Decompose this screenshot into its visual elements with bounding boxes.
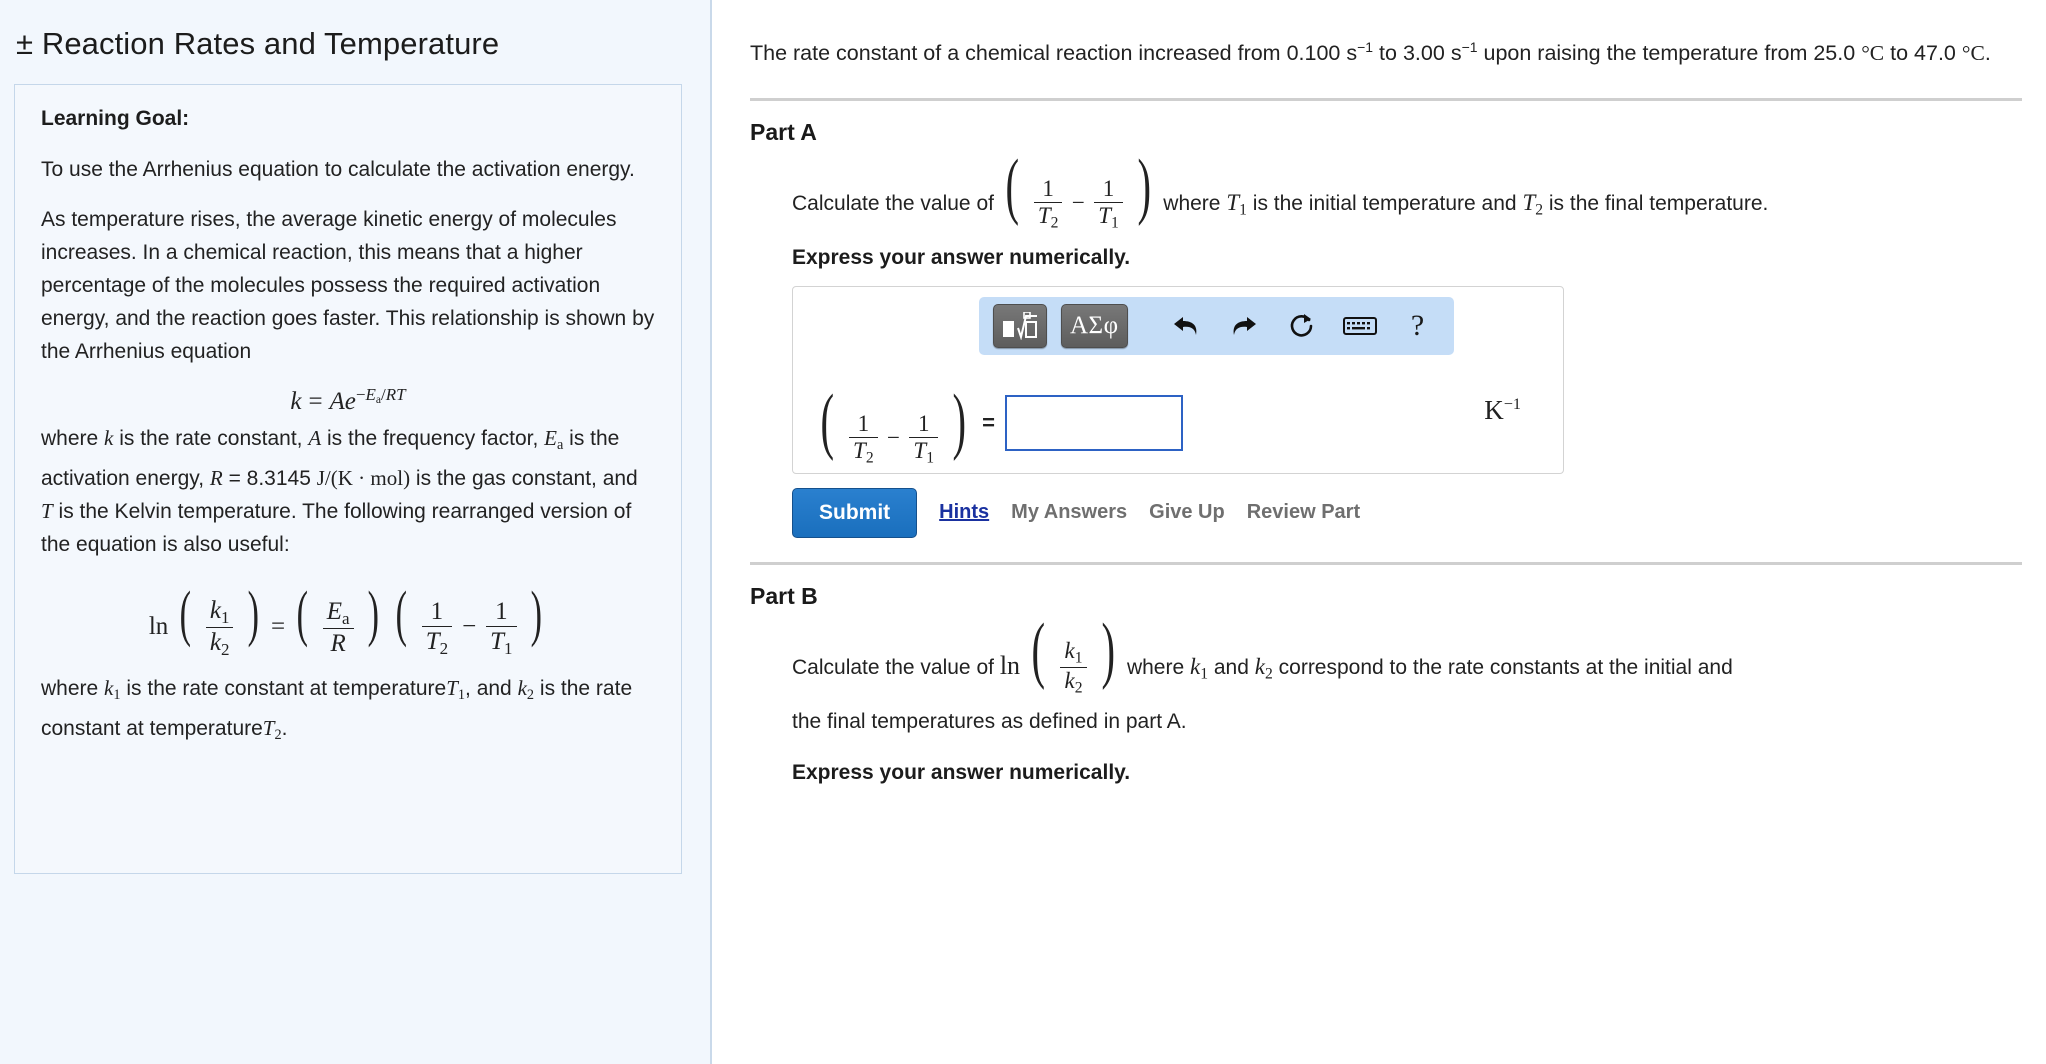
symbol-T1: T1 bbox=[446, 676, 466, 704]
give-up-link[interactable]: Give Up bbox=[1149, 501, 1225, 524]
page-root: ± Reaction Rates and Temperature Learnin… bbox=[0, 0, 2046, 1064]
redo-arrow-icon[interactable] bbox=[1222, 304, 1266, 348]
equation-arrhenius: k = Ae−Ea/RT bbox=[290, 385, 406, 415]
math-toolbar: ΑΣφ ? bbox=[979, 296, 1454, 355]
part-a-symbol-T1: T1 bbox=[1226, 190, 1247, 219]
text-where-7: is the Kelvin temperature. The following… bbox=[41, 499, 632, 556]
my-answers-link[interactable]: My Answers bbox=[1011, 501, 1127, 524]
symbol-T2: T2 bbox=[262, 716, 282, 744]
part-a-answer-expression: ( 1 T2 − 1 T1 ) bbox=[820, 379, 967, 467]
review-part-link[interactable]: Review Part bbox=[1247, 501, 1360, 524]
part-b-question: Calculate the value of ln ( k1 k2 ) where… bbox=[792, 608, 2022, 697]
part-b-question-line2: the final temperatures as defined in par… bbox=[792, 710, 1187, 734]
part-a-text-after-1: is the initial temperature and bbox=[1252, 192, 1517, 216]
part-a-answer-widget: ΑΣφ ? (1 T2 − 1 T1) = K−1 bbox=[792, 285, 1564, 474]
part-b-label: Part B bbox=[750, 582, 818, 609]
text-where-1: where bbox=[41, 426, 99, 450]
section-divider-b bbox=[750, 561, 2022, 565]
keyboard-icon[interactable] bbox=[1338, 304, 1382, 348]
symbol-k: k bbox=[104, 425, 114, 450]
part-b-text-after: correspond to the rate constants at the … bbox=[1278, 655, 1733, 679]
part-a-text-after-2: is the final temperature. bbox=[1548, 192, 1769, 216]
stem-unit-2: s−1 bbox=[1450, 39, 1478, 66]
part-a-actions: Submit Hints My Answers Give Up Review P… bbox=[792, 487, 2022, 538]
part-a-answer-unit: K−1 bbox=[1484, 394, 1521, 425]
part-b-expression: ln ( k1 k2 ) bbox=[999, 608, 1116, 697]
part-b-text-before: Calculate the value of bbox=[792, 655, 994, 679]
learning-goal-paragraph-1: To use the Arrhenius equation to calcula… bbox=[41, 158, 635, 181]
stem-t-initial: 25.0 bbox=[1813, 41, 1856, 66]
stem-k-initial: 0.100 bbox=[1286, 41, 1341, 66]
text-foot-5: . bbox=[281, 717, 288, 741]
text-where-5: = 8.3145 bbox=[228, 466, 311, 490]
unit-gas-constant: J/(K · mol) bbox=[316, 465, 411, 490]
symbol-Ea: Ea bbox=[544, 425, 564, 453]
stem-text-3: upon raising the temperature from bbox=[1483, 41, 1808, 66]
symbol-T: T bbox=[41, 498, 53, 523]
stem-degc-2: °C bbox=[1961, 41, 1985, 66]
learning-goal-heading: Learning Goal: bbox=[41, 107, 190, 130]
part-b-symbol-k1: k1 bbox=[1190, 653, 1209, 683]
intro-panel: ± Reaction Rates and Temperature Learnin… bbox=[0, 0, 712, 1064]
part-b-body: Calculate the value of ln ( k1 k2 ) where… bbox=[792, 608, 2022, 785]
stem-degc-1: °C bbox=[1861, 41, 1885, 66]
symbol-k2: k2 bbox=[517, 676, 535, 704]
part-b-express-instruction: Express your answer numerically. bbox=[792, 761, 1131, 785]
stem-k-final: 3.00 bbox=[1402, 41, 1445, 66]
page-title: ± Reaction Rates and Temperature bbox=[16, 26, 500, 61]
symbol-R: R bbox=[209, 465, 223, 490]
problem-panel: The rate constant of a chemical reaction… bbox=[712, 0, 2046, 1064]
learning-goal-paragraph-2: As temperature rises, the average kineti… bbox=[41, 208, 655, 363]
equation-rearranged: ln ( k1 k2 ) = ( Ea R ) ( 1 T2 − 1 T1 ) bbox=[148, 579, 543, 659]
part-a-question: Calculate the value of ( 1 T2 − 1 T1 ) whe… bbox=[792, 145, 2022, 232]
stem-text-1: The rate constant of a chemical reaction… bbox=[750, 41, 1281, 66]
reset-circle-icon[interactable] bbox=[1280, 304, 1324, 348]
stem-t-final: 47.0 bbox=[1914, 41, 1956, 66]
part-b-text-mid: where bbox=[1126, 655, 1185, 679]
problem-statement: The rate constant of a chemical reaction… bbox=[750, 30, 2022, 70]
stem-text-5: . bbox=[1984, 41, 1991, 66]
stem-text-2: to bbox=[1379, 41, 1397, 66]
symbol-k1: k1 bbox=[104, 676, 121, 704]
part-a-symbol-T2: T2 bbox=[1522, 190, 1544, 219]
hints-link[interactable]: Hints bbox=[939, 501, 989, 524]
math-template-icon[interactable] bbox=[993, 303, 1047, 348]
learning-goal-paragraph-3: where k is the rate constant, A is the f… bbox=[41, 422, 655, 561]
stem-unit-1: s−1 bbox=[1346, 39, 1374, 66]
text-where-3: is the frequency factor, bbox=[327, 426, 539, 450]
part-a-expression: ( 1 T2 − 1 T1 ) bbox=[1005, 145, 1152, 232]
text-foot-2: is the rate constant at temperature bbox=[126, 677, 447, 701]
learning-goal-box: Learning Goal: To use the Arrhenius equa… bbox=[14, 84, 682, 874]
part-a-express-instruction: Express your answer numerically. bbox=[792, 245, 1131, 269]
text-foot-3: , and bbox=[465, 677, 512, 701]
part-b-text-and: and bbox=[1213, 655, 1249, 679]
stem-text-4: to bbox=[1890, 41, 1909, 66]
help-question-icon[interactable]: ? bbox=[1396, 304, 1440, 348]
learning-goal-paragraph-4: where k1 is the rate constant at tempera… bbox=[41, 672, 655, 752]
part-a-answer-input[interactable] bbox=[1004, 394, 1183, 451]
text-foot-1: where bbox=[41, 677, 99, 701]
undo-arrow-icon[interactable] bbox=[1164, 304, 1208, 348]
greek-symbols-button[interactable]: ΑΣφ bbox=[1061, 303, 1128, 348]
equals-sign: = bbox=[982, 409, 995, 435]
text-where-2: is the rate constant, bbox=[119, 426, 303, 450]
part-a-answer-row: ( 1 T2 − 1 T1 ) = bbox=[815, 379, 1585, 467]
text-where-6: is the gas constant, and bbox=[415, 466, 638, 490]
section-divider-a bbox=[750, 98, 2022, 102]
part-a-text-before: Calculate the value of bbox=[792, 192, 994, 216]
part-a-label: Part A bbox=[750, 119, 817, 146]
part-b-symbol-k2: k2 bbox=[1254, 653, 1273, 683]
part-a-text-mid: where bbox=[1163, 192, 1221, 216]
part-a-body: Calculate the value of ( 1 T2 − 1 T1 ) whe… bbox=[792, 145, 2022, 538]
symbol-A: A bbox=[308, 425, 322, 450]
submit-button[interactable]: Submit bbox=[792, 487, 918, 538]
